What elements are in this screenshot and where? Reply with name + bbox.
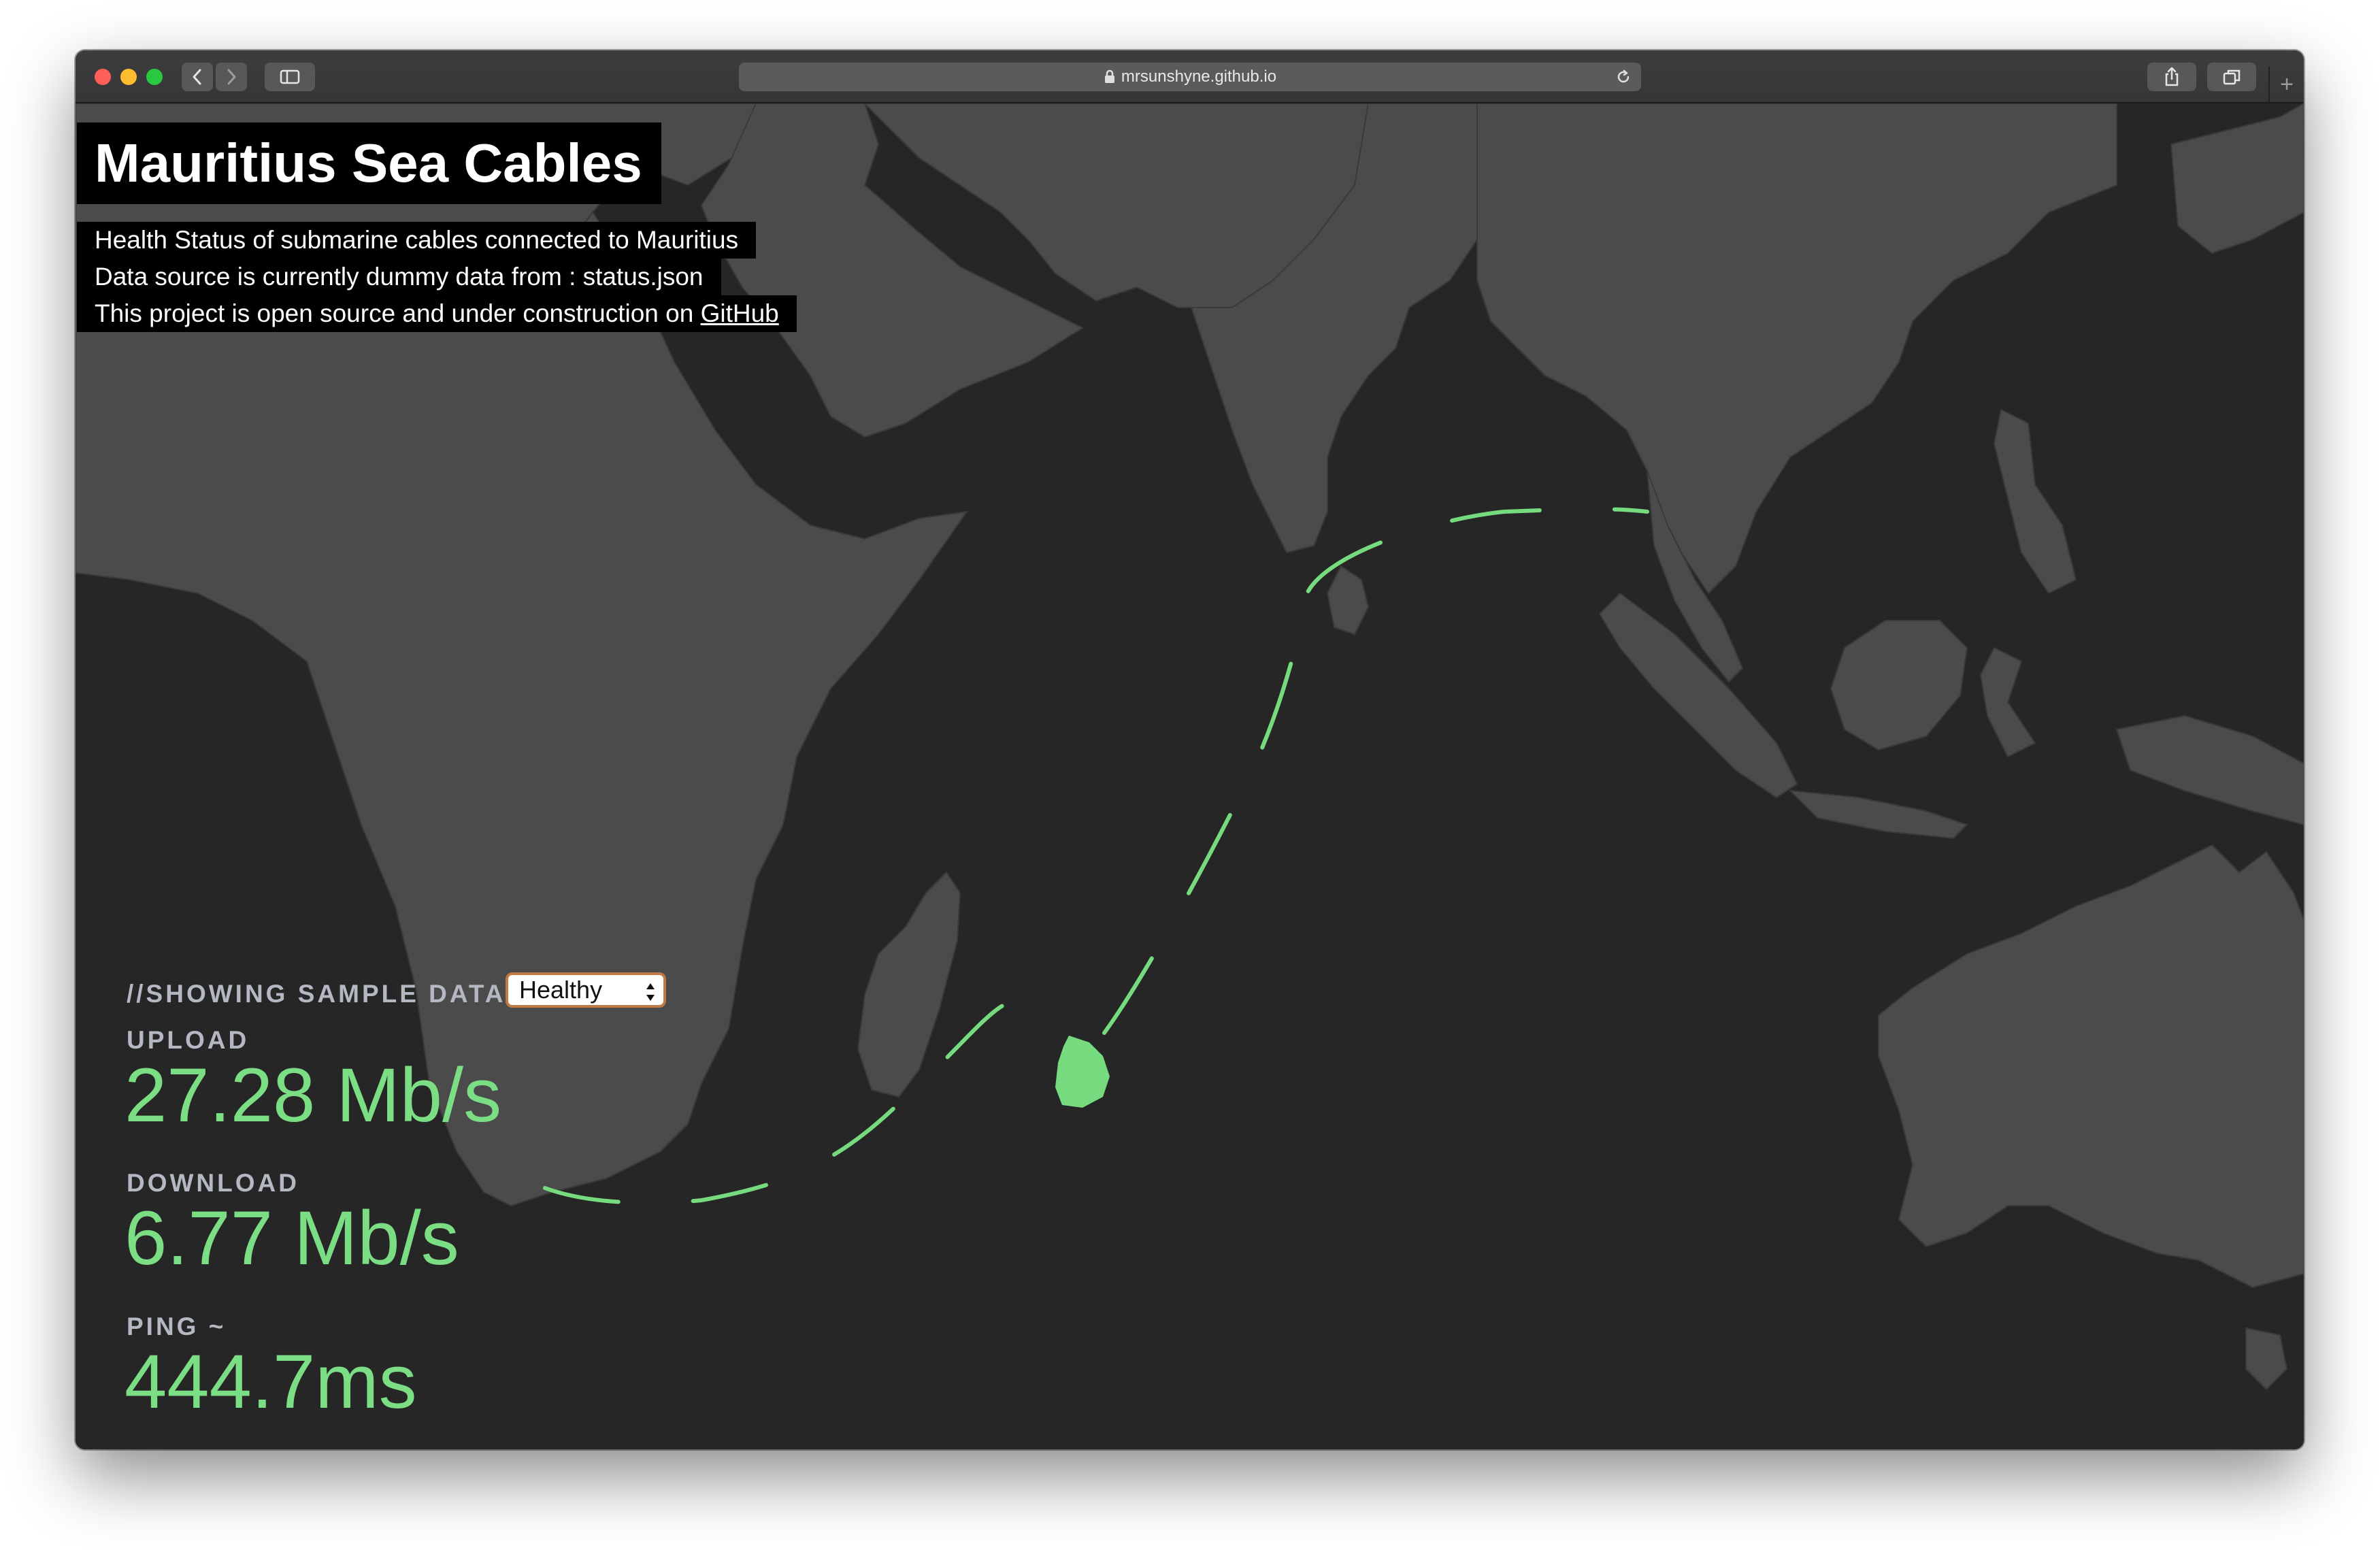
minimize-dot[interactable] [120,69,137,85]
zoom-dot[interactable] [146,69,163,85]
forward-button[interactable] [216,63,247,91]
upload-value: 27.28 Mb/s [125,1053,502,1138]
ping-label: PING ~ [127,1313,227,1340]
forward-icon [227,69,236,85]
status-select-value: Healthy [519,976,603,1004]
ping-value: 444.7ms [125,1339,417,1424]
info-data-source: Data source is currently dummy data from… [77,259,721,295]
info-open-source-text: This project is open source and under co… [95,299,701,327]
browser-window: mrsunshyne.github.io + Mauritius Sea Cab… [76,50,2304,1449]
address-bar[interactable]: mrsunshyne.github.io [739,63,1641,91]
back-button[interactable] [182,63,213,91]
download-value: 6.77 Mb/s [125,1196,459,1281]
page-title: Mauritius Sea Cables [77,122,661,204]
tabs-button[interactable] [2207,63,2256,91]
map-page: Mauritius Sea Cables Health Status of su… [76,103,2304,1449]
info-health-status: Health Status of submarine cables connec… [77,222,757,259]
info-open-source: This project is open source and under co… [77,295,797,332]
upload-label: UPLOAD [127,1026,250,1054]
close-dot[interactable] [95,69,111,85]
new-tab-icon[interactable]: + [2268,67,2304,102]
url-text: mrsunshyne.github.io [1121,67,1277,86]
select-arrows-icon [644,980,657,1010]
back-icon [193,69,201,85]
sidebar-button[interactable] [265,63,315,91]
download-label: DOWNLOAD [127,1169,299,1197]
share-button[interactable] [2147,63,2196,91]
reload-icon[interactable] [1615,69,1632,90]
sample-data-label: //SHOWING SAMPLE DATA [127,980,506,1008]
share-icon [2165,67,2179,86]
tabs-icon [2223,69,2241,85]
status-select[interactable]: Healthy [506,972,666,1008]
browser-titlebar: mrsunshyne.github.io + [76,50,2304,103]
github-link[interactable]: GitHub [701,299,779,327]
lock-icon [1104,69,1116,84]
sidebar-icon [280,69,300,84]
